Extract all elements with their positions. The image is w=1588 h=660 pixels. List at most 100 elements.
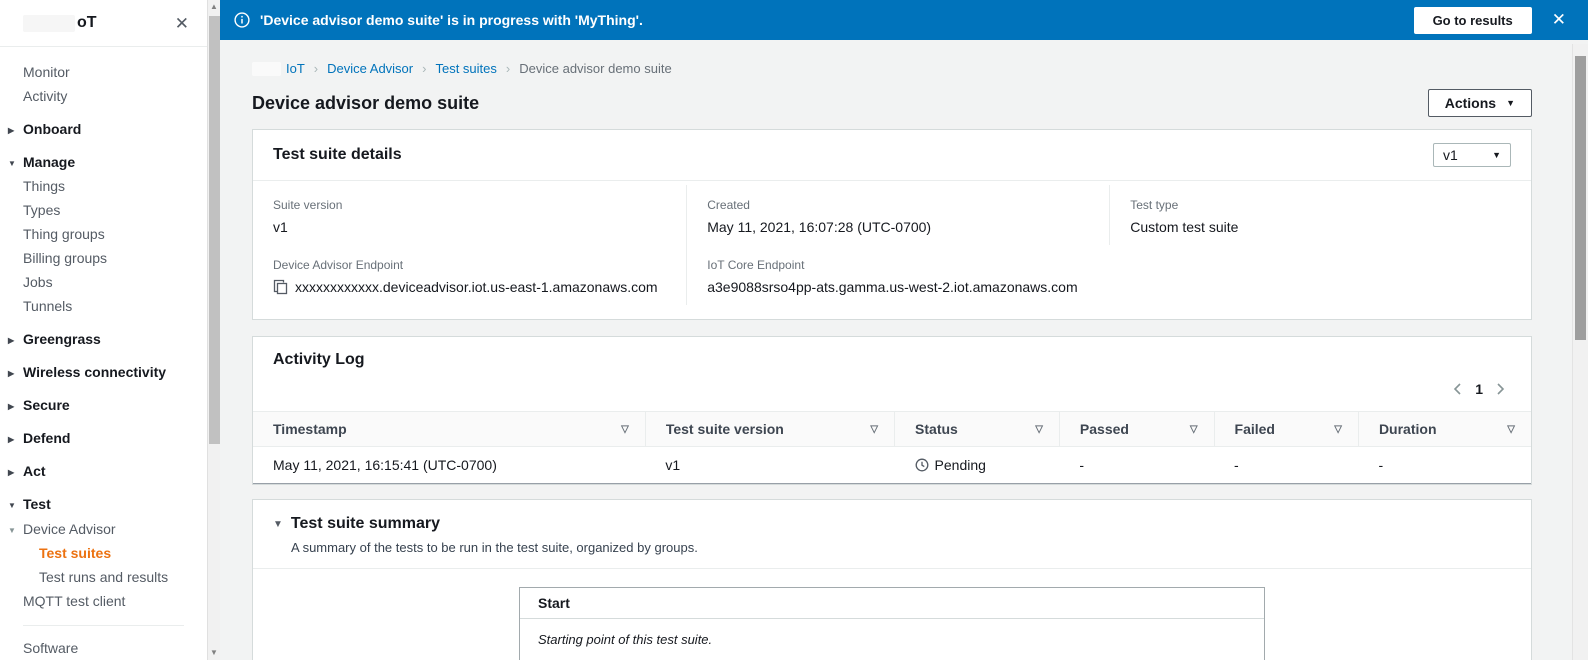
sidebar-item-things[interactable]: Things — [0, 179, 207, 193]
version-select[interactable]: v1 ▼ — [1433, 143, 1511, 167]
column-header-passed[interactable]: Passed▽ — [1059, 412, 1214, 447]
page-title: Device advisor demo suite — [252, 93, 479, 114]
sidebar-logo: oT — [23, 14, 97, 32]
field-suite-version: Suite version v1 — [253, 185, 686, 245]
sidebar-item-tunnels[interactable]: Tunnels — [0, 299, 207, 313]
sidebar-item-test-suites[interactable]: Test suites — [0, 546, 207, 560]
collapse-toggle-icon[interactable]: ▼ — [273, 519, 283, 530]
cell-timestamp: May 11, 2021, 16:15:41 (UTC-0700) — [253, 447, 645, 484]
page-scrollbar — [1572, 44, 1588, 660]
sidebar-item-greengrass[interactable]: ▶Greengrass — [0, 332, 207, 346]
sort-icon[interactable]: ▽ — [621, 424, 629, 435]
chevron-down-icon: ▼ — [8, 499, 16, 513]
chevron-right-icon: ▶ — [8, 400, 14, 414]
start-node-title: Start — [520, 588, 1264, 619]
sidebar-item-act[interactable]: ▶Act — [0, 464, 207, 478]
column-header-failed[interactable]: Failed▽ — [1214, 412, 1358, 447]
summary-description: A summary of the tests to be run in the … — [291, 540, 1511, 555]
column-header-status[interactable]: Status▽ — [895, 412, 1060, 447]
sidebar-item-secure[interactable]: ▶Secure — [0, 398, 207, 412]
activity-log-card: Activity Log 1 — [252, 336, 1532, 485]
chevron-right-icon: ▶ — [8, 124, 14, 138]
field-device-advisor-endpoint: Device Advisor Endpoint xxxxxxxxxxxx.dev… — [253, 245, 686, 305]
sidebar-item-thing-groups[interactable]: Thing groups — [0, 227, 207, 241]
summary-body: Start Starting point of this test suite. — [253, 569, 1531, 660]
test-suite-details-card: Test suite details v1 ▼ Suite version v1… — [252, 129, 1532, 320]
sidebar-item-types[interactable]: Types — [0, 203, 207, 217]
breadcrumb-separator: › — [314, 61, 318, 76]
table-row[interactable]: May 11, 2021, 16:15:41 (UTC-0700) v1 Pen… — [253, 447, 1531, 484]
field-iot-core-endpoint: IoT Core Endpoint a3e9088srso4pp-ats.gam… — [686, 245, 1531, 305]
sidebar-item-software[interactable]: Software — [0, 641, 207, 655]
sidebar-item-test-runs-and-results[interactable]: Test runs and results — [0, 570, 207, 584]
page-content: IoT › Device Advisor › Test suites › Dev… — [220, 40, 1572, 660]
next-page-icon[interactable] — [1496, 382, 1505, 396]
breadcrumb-iot[interactable]: IoT — [252, 61, 305, 76]
breadcrumb-device-advisor[interactable]: Device Advisor — [327, 61, 413, 76]
info-icon — [234, 12, 250, 28]
cell-duration: - — [1358, 447, 1531, 484]
sidebar-item-device-advisor[interactable]: ▼Device Advisor — [0, 522, 207, 536]
redacted-logo — [23, 15, 75, 32]
page-scrollbar-thumb[interactable] — [1575, 56, 1586, 340]
breadcrumb-separator: › — [506, 61, 510, 76]
caret-down-icon: ▼ — [1506, 98, 1515, 108]
sort-icon[interactable]: ▽ — [1334, 424, 1342, 435]
banner-message: 'Device advisor demo suite' is in progre… — [260, 12, 1414, 28]
sidebar-header: oT ✕ — [0, 0, 207, 47]
sidebar-item-wireless-connectivity[interactable]: ▶Wireless connectivity — [0, 365, 207, 379]
activity-log-header: Activity Log — [253, 337, 1531, 373]
copy-icon[interactable] — [273, 279, 288, 295]
chevron-right-icon: ▶ — [8, 334, 14, 348]
sort-icon[interactable]: ▽ — [1190, 424, 1198, 435]
field-test-type: Test type Custom test suite — [1109, 185, 1531, 245]
banner-close-icon[interactable]: ✕ — [1552, 10, 1566, 30]
test-suite-summary-card: ▼ Test suite summary A summary of the te… — [252, 499, 1532, 660]
status-badge: Pending — [935, 457, 986, 473]
details-card-title: Test suite details — [273, 146, 402, 164]
cell-failed: - — [1214, 447, 1358, 484]
column-header-timestamp[interactable]: Timestamp▽ — [253, 412, 645, 447]
sidebar-divider — [23, 625, 184, 626]
sidebar-scrollbar-thumb[interactable] — [209, 16, 220, 444]
activity-log-title: Activity Log — [273, 351, 365, 368]
sidebar-close-icon[interactable]: ✕ — [175, 15, 189, 32]
scroll-down-icon[interactable]: ▼ — [208, 647, 220, 659]
go-to-results-button[interactable]: Go to results — [1414, 7, 1532, 34]
sidebar-item-onboard[interactable]: ▶Onboard — [0, 122, 207, 136]
chevron-down-icon: ▼ — [8, 524, 16, 538]
actions-button[interactable]: Actions ▼ — [1428, 89, 1532, 117]
sidebar-item-activity[interactable]: Activity — [0, 89, 207, 103]
sidebar-item-test[interactable]: ▼Test — [0, 497, 207, 511]
sidebar-title-text: oT — [77, 14, 97, 32]
sidebar-item-mqtt-test-client[interactable]: MQTT test client — [0, 594, 207, 608]
chevron-down-icon: ▼ — [8, 157, 16, 171]
sort-icon[interactable]: ▽ — [870, 424, 878, 435]
sidebar-item-defend[interactable]: ▶Defend — [0, 431, 207, 445]
scroll-up-icon[interactable]: ▲ — [208, 1, 220, 13]
sort-icon[interactable]: ▽ — [1035, 424, 1043, 435]
column-header-duration[interactable]: Duration▽ — [1358, 412, 1531, 447]
previous-page-icon[interactable] — [1453, 382, 1462, 396]
cell-version: v1 — [645, 447, 894, 484]
details-grid: Suite version v1 Created May 11, 2021, 1… — [253, 181, 1531, 319]
field-created: Created May 11, 2021, 16:07:28 (UTC-0700… — [686, 185, 1109, 245]
breadcrumb-test-suites[interactable]: Test suites — [435, 61, 496, 76]
chevron-right-icon: ▶ — [8, 433, 14, 447]
sidebar-item-manage[interactable]: ▼Manage — [0, 155, 207, 169]
sidebar-item-monitor[interactable]: Monitor — [0, 65, 207, 79]
app-root: oT ✕ Monitor Activity ▶Onboard ▼Manage T… — [0, 0, 1588, 660]
column-header-test-suite-version[interactable]: Test suite version▽ — [645, 412, 894, 447]
table-header-row: Timestamp▽ Test suite version▽ Status▽ P… — [253, 412, 1531, 447]
start-node: Start Starting point of this test suite. — [519, 587, 1265, 660]
page-number[interactable]: 1 — [1475, 381, 1483, 397]
breadcrumb-separator: › — [422, 61, 426, 76]
sidebar-item-billing-groups[interactable]: Billing groups — [0, 251, 207, 265]
caret-down-icon: ▼ — [1492, 150, 1501, 160]
clock-pending-icon — [915, 458, 929, 472]
main-area: 'Device advisor demo suite' is in progre… — [220, 0, 1588, 660]
sidebar-item-jobs[interactable]: Jobs — [0, 275, 207, 289]
summary-header: ▼ Test suite summary A summary of the te… — [253, 500, 1531, 569]
sort-icon[interactable]: ▽ — [1507, 424, 1515, 435]
sidebar: oT ✕ Monitor Activity ▶Onboard ▼Manage T… — [0, 0, 207, 660]
